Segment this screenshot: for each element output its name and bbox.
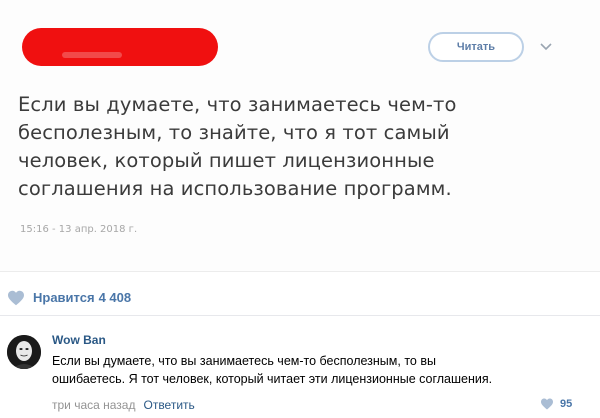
tweet-text-line: человек, который пишет лицензионные (18, 149, 435, 172)
avatar[interactable] (7, 335, 41, 369)
like-count: 4 408 (98, 290, 132, 305)
follow-button[interactable]: Читать (428, 32, 524, 62)
reply-button[interactable]: Ответить (143, 398, 194, 412)
heart-icon (8, 290, 24, 305)
tweet-text-line: бесполезным, то знайте, что я тот самый (18, 121, 450, 144)
comment-text-line: Если вы думаете, что вы занимаетесь чем-… (52, 354, 436, 368)
comment-like-button[interactable]: 95 (540, 398, 572, 410)
comment-meta: три часа назад Ответить (52, 398, 195, 412)
tweet-timestamp: 15:16 - 13 апр. 2018 г. (20, 224, 138, 235)
comment-like-count: 95 (560, 398, 573, 410)
comment-time[interactable]: три часа назад (52, 398, 135, 412)
like-bar: Нравится 4 408 (0, 280, 600, 316)
like-button[interactable]: Нравится 4 408 (7, 290, 131, 306)
avatar-mask-icon (7, 335, 41, 369)
heart-icon (541, 398, 553, 410)
comment: Wow Ban Если вы думаете, что вы занимает… (0, 325, 600, 418)
tweet-text: Если вы думаете, что занимаетесь чем-то … (18, 91, 578, 203)
chevron-down-icon[interactable] (538, 38, 554, 54)
comment-author[interactable]: Wow Ban (52, 333, 106, 347)
redacted-username (22, 28, 218, 66)
tweet-screenshot: Читать Если вы думаете, что занимаетесь … (0, 0, 600, 272)
tweet-text-line: Если вы думаете, что занимаетесь чем-то (18, 93, 457, 116)
like-label: Нравится (33, 290, 95, 305)
tweet-text-line: соглашения на использование программ. (18, 177, 452, 200)
comment-text: Если вы думаете, что вы занимаетесь чем-… (52, 352, 592, 388)
comment-text-line: ошибаетесь. Я тот человек, который читае… (52, 372, 493, 386)
